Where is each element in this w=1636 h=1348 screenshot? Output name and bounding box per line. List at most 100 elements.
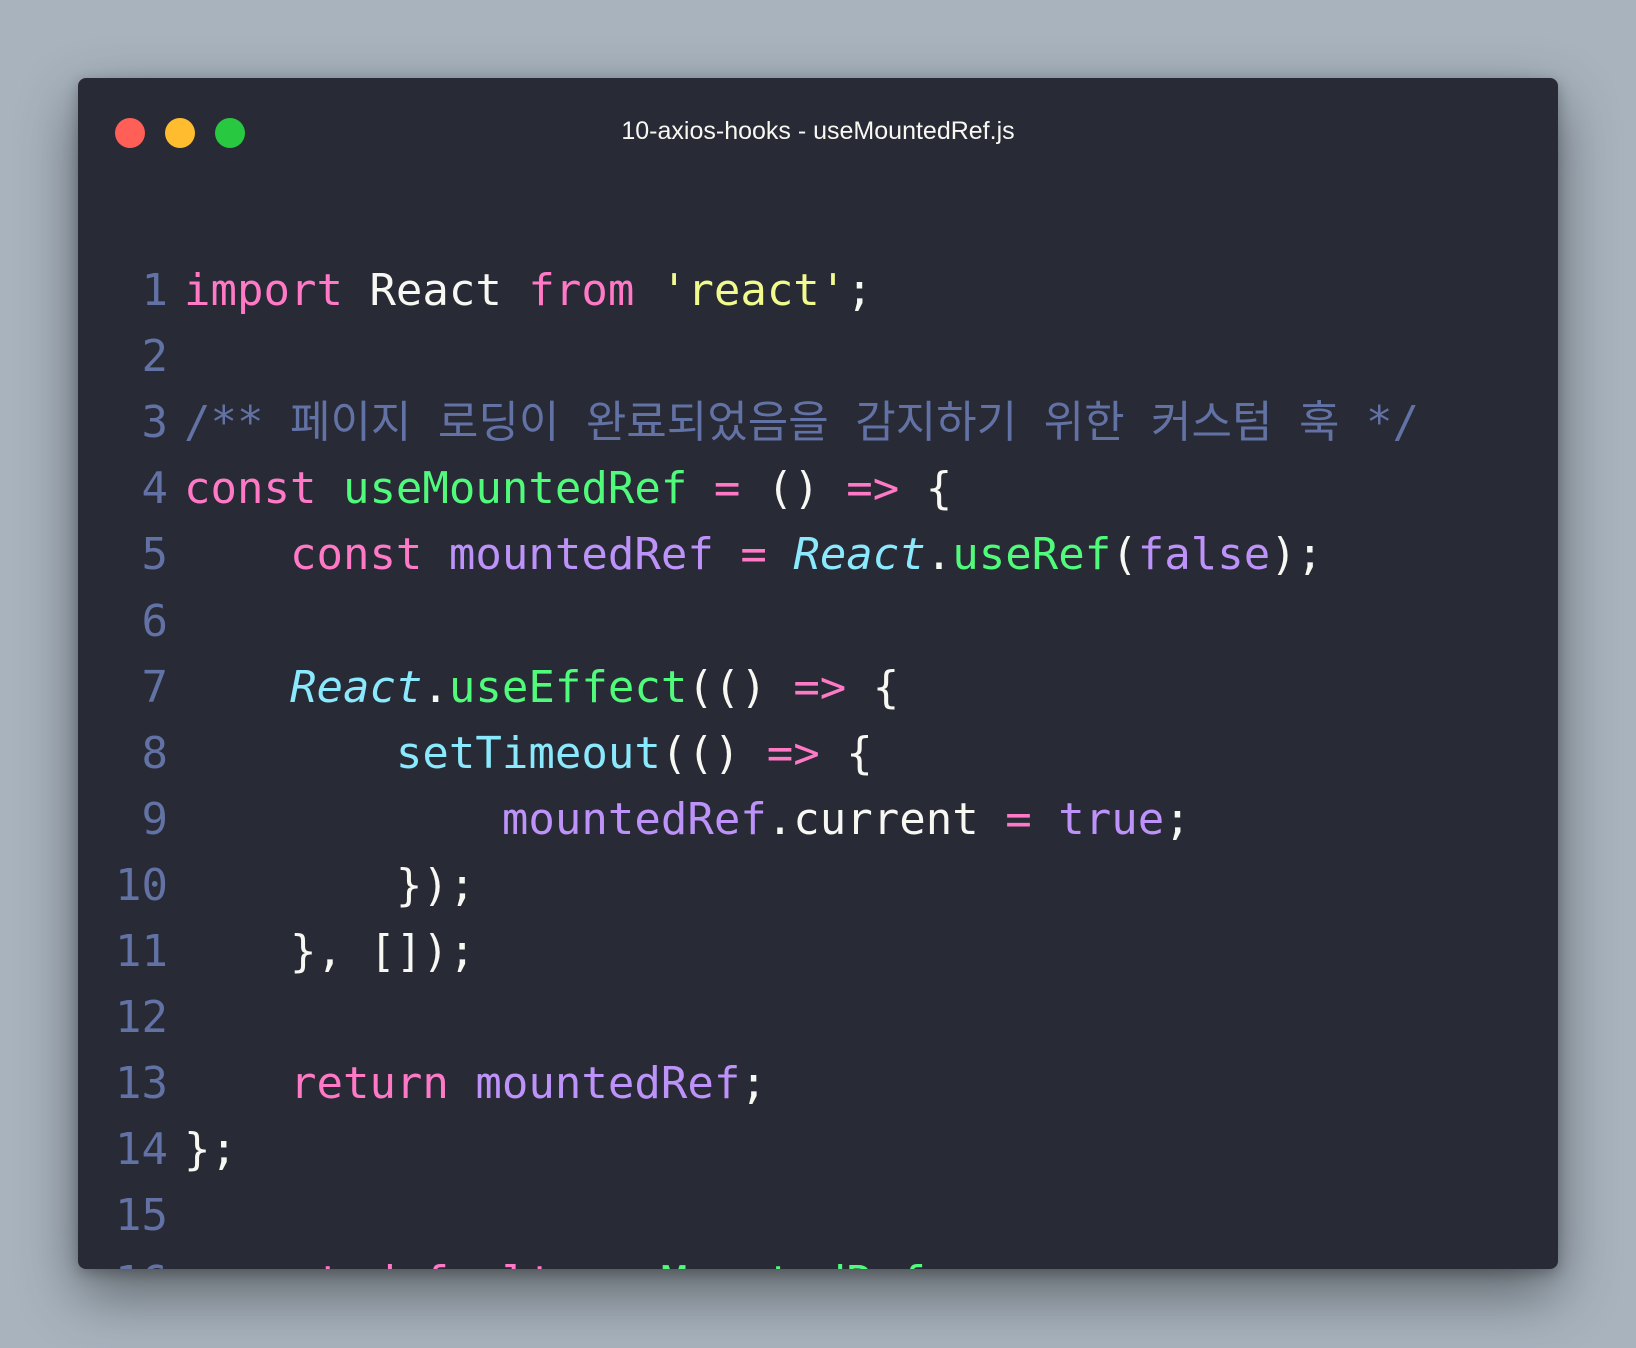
- code-token: =: [713, 463, 741, 515]
- code-line: 5 const mountedRef = React.useRef(false)…: [78, 522, 1558, 588]
- line-source: });: [184, 853, 475, 919]
- line-source: return mountedRef;: [184, 1051, 767, 1117]
- code-token: =>: [846, 463, 900, 515]
- code-token: useRef: [952, 529, 1112, 581]
- code-token: (): [740, 463, 847, 515]
- code-token: const: [184, 463, 317, 515]
- line-number: 13: [115, 1058, 168, 1110]
- code-token: =: [1005, 793, 1032, 845]
- code-token: true: [1058, 793, 1165, 845]
- code-token: .: [925, 529, 953, 581]
- code-token: mountedRef: [475, 1058, 741, 1110]
- code-token: React: [342, 265, 529, 316]
- line-number: 9: [141, 793, 169, 845]
- code-token: =>: [766, 727, 820, 779]
- code-line: 10 });: [78, 853, 1558, 919]
- line-number: 8: [141, 727, 169, 779]
- code-line: 11 }, []);: [78, 919, 1558, 985]
- code-token: {: [899, 463, 953, 515]
- line-source: const useMountedRef = () => {: [184, 456, 952, 522]
- line-number: 5: [141, 529, 169, 581]
- line-number: 10: [115, 859, 168, 911]
- code-token: from: [528, 265, 635, 316]
- code-line: 12: [78, 985, 1558, 1051]
- code-window: 10-axios-hooks - useMountedRef.js 1 impor…: [78, 78, 1558, 1269]
- window-title: 10-axios-hooks - useMountedRef.js: [621, 117, 1015, 145]
- code-token: return: [289, 1058, 449, 1110]
- code-line: 3 /** 페이지 로딩이 완료되었음을 감지하기 위한 커스텀 훅 */: [78, 390, 1558, 456]
- line-number: 14: [115, 1124, 168, 1176]
- code-token: useEffect: [448, 661, 688, 713]
- code-line: 15: [78, 1183, 1558, 1249]
- code-line: 4 const useMountedRef = () => {: [78, 456, 1558, 522]
- line-source: }, []);: [184, 919, 475, 985]
- code-token: );: [1270, 529, 1324, 581]
- code-token: false: [1137, 529, 1271, 581]
- code-token: React: [289, 661, 423, 713]
- code-token: =: [740, 529, 767, 581]
- line-number: 2: [141, 331, 169, 383]
- code-line: 6: [78, 589, 1558, 655]
- line-number: 7: [141, 661, 169, 713]
- code-token: default: [369, 1257, 554, 1270]
- title-bar: 10-axios-hooks - useMountedRef.js: [78, 78, 1558, 188]
- code-token: };: [184, 1124, 237, 1176]
- line-number: 3: [141, 397, 169, 449]
- code-line: 13 return mountedRef;: [78, 1051, 1558, 1117]
- line-number: 1: [141, 265, 169, 316]
- line-number: 15: [115, 1190, 168, 1242]
- code-token: ;: [846, 265, 873, 316]
- code-token: ;: [926, 1257, 953, 1270]
- line-number: 16: [106, 1250, 168, 1270]
- code-token: mountedRef: [448, 529, 714, 581]
- code-token: ((): [660, 727, 767, 779]
- code-token: {: [846, 661, 900, 713]
- code-token: }, []);: [184, 926, 476, 977]
- line-source: };: [184, 1117, 237, 1183]
- code-token: useMountedRef: [342, 463, 688, 515]
- code-token: useMountedRef: [581, 1257, 925, 1270]
- code-token: React: [793, 529, 926, 581]
- code-line: 9 mountedRef.current = true;: [78, 787, 1558, 853]
- line-source: mountedRef.current = true;: [184, 787, 1191, 853]
- code-token: export: [184, 1257, 343, 1270]
- code-token: });: [184, 859, 476, 911]
- line-number: 12: [115, 992, 168, 1044]
- code-token: const: [289, 529, 423, 581]
- line-source: export default useMountedRef;: [184, 1250, 952, 1270]
- line-source: React.useEffect(() => {: [184, 655, 899, 721]
- line-number: 4: [141, 463, 169, 515]
- code-token: mountedRef: [501, 793, 767, 845]
- code-token: .current: [766, 793, 1006, 845]
- code-token: ((): [687, 661, 794, 713]
- code-token: ;: [740, 1058, 767, 1110]
- code-token: import: [184, 265, 343, 316]
- code-token: setTimeout: [395, 727, 661, 779]
- code-token: 'react': [660, 265, 847, 316]
- code-line: 16 export default useMountedRef;: [78, 1250, 1558, 1270]
- code-line: 2: [78, 324, 1558, 390]
- line-source: const mountedRef = React.useRef(false);: [184, 522, 1323, 588]
- code-token: =>: [793, 661, 847, 713]
- code-token: ;: [1164, 793, 1191, 845]
- code-line: 1 import React from 'react';: [78, 258, 1558, 324]
- line-number: 11: [115, 926, 168, 977]
- code-line: 14};: [78, 1117, 1558, 1183]
- line-source: setTimeout(() => {: [184, 721, 873, 787]
- line-number: 6: [141, 595, 169, 647]
- line-source: import React from 'react';: [184, 258, 873, 324]
